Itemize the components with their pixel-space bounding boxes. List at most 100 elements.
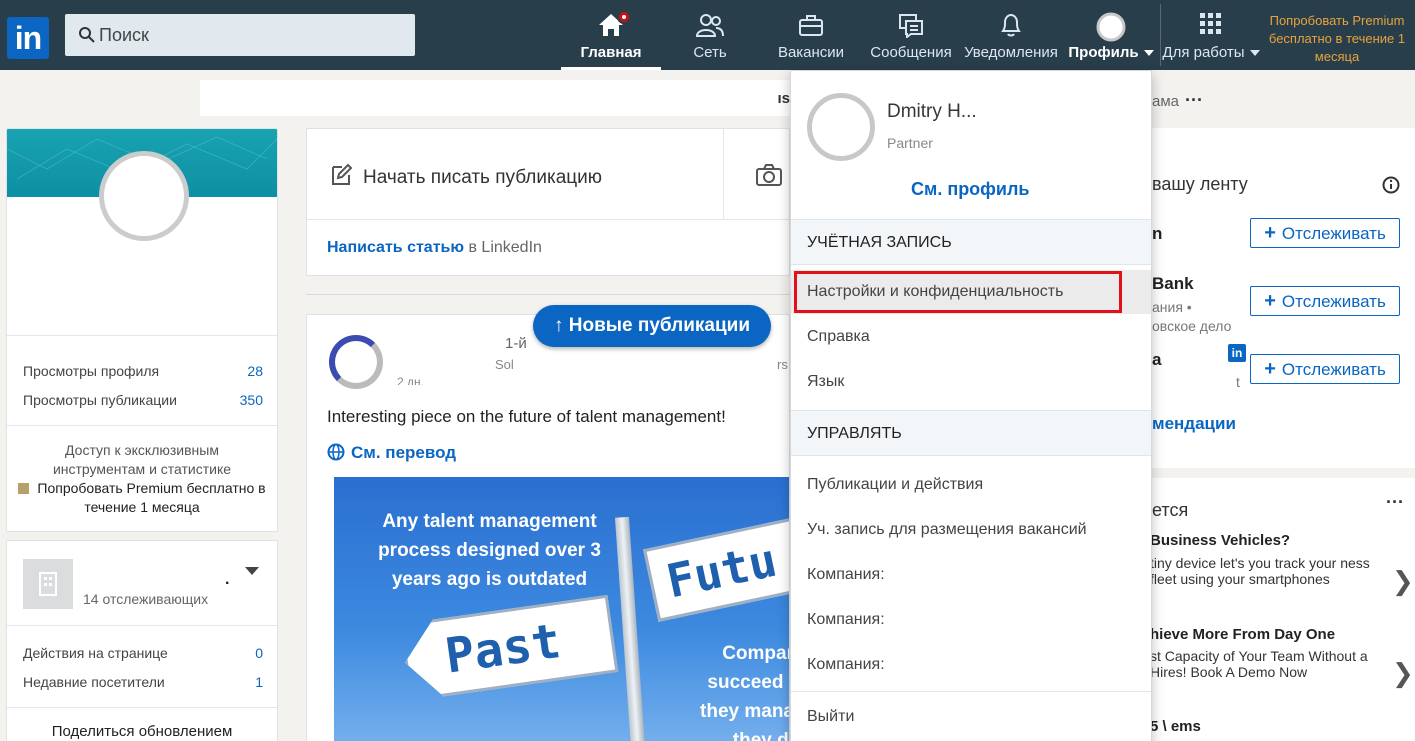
nav-messages[interactable]: Сообщения [866, 0, 956, 70]
stat-post-views[interactable]: Просмотры публикации 350 [23, 392, 263, 408]
chevron-right-icon[interactable]: ❯ [1392, 658, 1414, 689]
see-translation-link[interactable]: См. перевод [327, 443, 456, 463]
write-article-link[interactable]: Написать статью [327, 239, 464, 256]
chevron-right-icon[interactable]: ❯ [1392, 566, 1414, 597]
profile-avatar[interactable] [99, 151, 189, 241]
promo-text: tiny device let's you track your ness fl… [1150, 555, 1370, 587]
start-post-button[interactable]: Начать писать публикацию [329, 163, 602, 189]
menu-item-job-posting-account[interactable]: Уч. запись для размещения вакансий [791, 508, 1151, 552]
camera-icon[interactable] [755, 163, 783, 187]
dropdown-user-name: Dmitry H... [887, 101, 977, 122]
try-premium-link[interactable]: Попробовать Premium бесплатно в течение … [1262, 12, 1412, 66]
profile-dropdown-menu: Dmitry H... Partner См. профиль УЧЁТНАЯ … [790, 70, 1152, 741]
add-to-feed-card: вашу ленту n + Отслеживать Bank ания • ов… [1130, 128, 1415, 468]
search-input[interactable] [99, 22, 399, 48]
follow-button[interactable]: + Отслеживать [1250, 218, 1400, 248]
dropdown-avatar[interactable] [807, 93, 875, 161]
premium-promo-link[interactable]: Попробовать Premium бесплатно в течение … [7, 479, 277, 517]
promo-title[interactable]: hieve More From Day One [1150, 626, 1335, 643]
nav-divider [1160, 4, 1161, 66]
ad-text-right: ама ··· [1152, 90, 1203, 110]
suggestion-name[interactable]: Bank [1152, 274, 1194, 294]
divider [7, 707, 277, 708]
nav-notifications[interactable]: Уведомления [962, 0, 1060, 70]
section-account-header: УЧЁТНАЯ ЗАПИСЬ [791, 219, 1151, 265]
feed-post: 1-й Sol rs 2 дн. Interesting piece on th… [306, 314, 790, 741]
promo-title[interactable]: 5 \ ems [1150, 718, 1201, 735]
divider [7, 425, 277, 426]
nav-network-label: Сеть [693, 44, 727, 61]
messages-icon [899, 14, 923, 38]
nav-jobs-label: Вакансии [777, 44, 845, 61]
nav-for-business-label: Для работы [1162, 44, 1260, 61]
section-manage-header: УПРАВЛЯТЬ [791, 410, 1151, 456]
company-name[interactable]: . [225, 571, 229, 589]
follow-button[interactable]: + Отслеживать [1250, 286, 1400, 316]
company-logo[interactable] [23, 559, 73, 609]
post-author-avatar[interactable] [329, 335, 383, 389]
notification-badge [617, 10, 631, 24]
divider [7, 335, 277, 336]
see-profile-link[interactable]: См. профиль [911, 179, 1030, 200]
follow-button[interactable]: + Отслеживать [1250, 354, 1400, 384]
nav-profile[interactable]: Профиль [1066, 0, 1156, 70]
plus-icon: + [1264, 358, 1276, 380]
share-update-button[interactable]: Поделиться обновлением [7, 723, 277, 740]
menu-item-posts-activity[interactable]: Публикации и действия [791, 463, 1151, 507]
premium-promo: Доступ к эксклюзивным инструментам и ста… [7, 441, 277, 517]
rail2-title: ется [1152, 500, 1189, 520]
info-icon[interactable] [1382, 176, 1400, 194]
stat-profile-views[interactable]: Просмотры профиля 28 [23, 363, 263, 379]
people-icon [695, 14, 724, 37]
menu-item-company[interactable]: Компания: [791, 598, 1151, 642]
suggestion-name[interactable]: n [1152, 224, 1162, 244]
nav-jobs[interactable]: Вакансии [768, 0, 854, 70]
menu-item-sign-out[interactable]: Выйти [791, 695, 1151, 739]
menu-item-company[interactable]: Компания: [791, 553, 1151, 597]
promo-text: st Capacity of Your Team Without a Hires… [1150, 648, 1368, 680]
nav-for-business[interactable]: Для работы [1162, 0, 1260, 70]
linkedin-logo[interactable]: in [7, 17, 49, 59]
plus-icon: + [1264, 290, 1276, 312]
divider [307, 219, 789, 220]
rail-title: вашу ленту [1152, 174, 1248, 194]
nav-network[interactable]: Сеть [665, 0, 755, 70]
nav-messages-label: Сообщения [870, 44, 952, 61]
ad-banner[interactable]: ıs [200, 80, 790, 116]
view-recommendations-link[interactable]: мендации [1152, 414, 1236, 434]
sign-future: Futu [643, 516, 789, 622]
connection-degree: 1-й [505, 335, 527, 352]
post-image[interactable]: Any talent management process designed o… [334, 477, 790, 741]
menu-item-company[interactable]: Компания: [791, 643, 1151, 687]
chevron-down-icon[interactable] [245, 567, 259, 575]
highlight-box [794, 271, 1122, 313]
menu-item-settings-privacy[interactable]: Настройки и конфиденциальность [791, 270, 1151, 314]
chevron-down-icon [1249, 50, 1260, 57]
active-underline [561, 67, 661, 70]
promo-title[interactable]: Business Vehicles? [1150, 532, 1290, 549]
search-icon [79, 27, 95, 43]
promoted-card: ется ··· Business Vehicles? tiny device … [1130, 478, 1415, 741]
post-time: 2 дн. [397, 375, 424, 385]
divider [723, 129, 724, 219]
briefcase-icon [799, 15, 823, 36]
feed-divider [306, 294, 790, 295]
linkedin-badge-icon: in [1228, 344, 1246, 362]
image-side-text: Compar succeed i they mana they di [700, 643, 790, 741]
premium-promo-text: Доступ к эксклюзивным инструментам и ста… [52, 442, 232, 477]
stat-recent-visitors[interactable]: Недавние посетители 1 [23, 674, 263, 690]
menu-item-help[interactable]: Справка [791, 315, 1151, 359]
menu-item-language[interactable]: Язык [791, 360, 1151, 404]
write-article-row: Написать статью в LinkedIn [327, 239, 542, 256]
stat-page-actions[interactable]: Действия на странице 0 [23, 645, 263, 661]
suggestion-name[interactable]: a [1152, 350, 1161, 370]
more-icon[interactable]: ··· [1185, 90, 1203, 110]
share-box: Начать писать публикацию Написать статью… [306, 128, 790, 276]
new-posts-button[interactable]: ↑ Новые публикации [533, 305, 771, 347]
premium-icon [18, 483, 30, 494]
search-box[interactable] [65, 14, 415, 56]
nav-home[interactable]: Главная [561, 0, 661, 70]
more-icon[interactable]: ··· [1386, 492, 1404, 513]
company-page-card: . 14 отслеживающих Действия на странице … [6, 540, 278, 741]
nav-notifications-label: Уведомления [964, 44, 1058, 61]
